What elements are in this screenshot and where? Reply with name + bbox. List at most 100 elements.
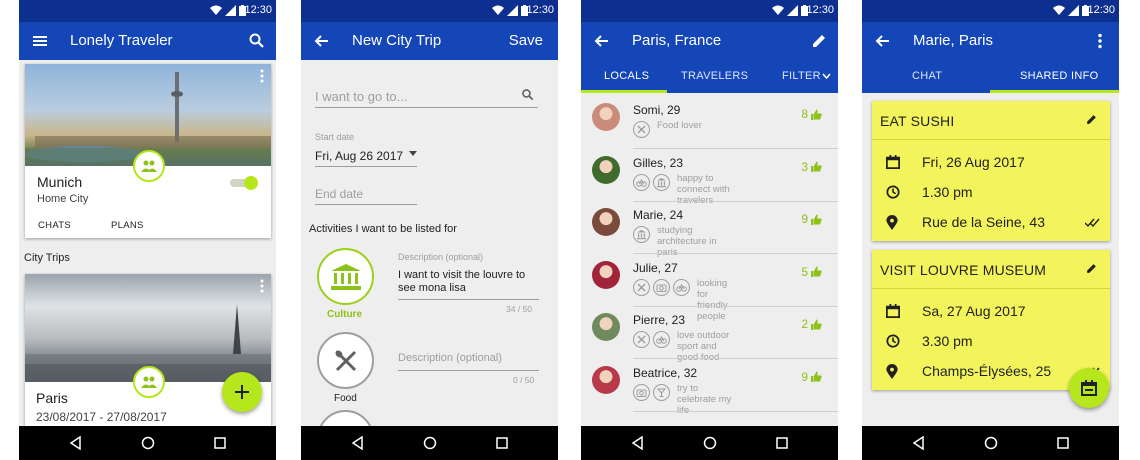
culture-description-input[interactable]: I want to visit the louvre to see mona l… bbox=[398, 269, 538, 295]
recents-nav-icon[interactable] bbox=[495, 436, 509, 450]
person-row[interactable]: Pierre, 23 love outdoor sport and good f… bbox=[581, 307, 838, 363]
menu-icon[interactable] bbox=[31, 32, 49, 50]
recents-nav-icon[interactable] bbox=[213, 436, 227, 450]
edit-icon[interactable] bbox=[810, 32, 828, 50]
like-counter[interactable]: 2 bbox=[801, 317, 822, 331]
avatar[interactable] bbox=[592, 313, 620, 341]
like-count: 8 bbox=[801, 107, 808, 121]
like-counter[interactable]: 3 bbox=[801, 160, 822, 174]
more-vert-icon[interactable] bbox=[259, 69, 265, 83]
app-bar: Paris, France bbox=[581, 22, 838, 60]
interest-icons bbox=[633, 383, 670, 401]
start-date-underline bbox=[315, 166, 417, 167]
plan-card[interactable]: EAT SUSHI Fri, 26 Aug 2017 1.30 pm Rue d… bbox=[872, 101, 1110, 241]
home-nav-icon[interactable] bbox=[703, 436, 717, 450]
search-icon[interactable] bbox=[248, 32, 266, 50]
like-counter[interactable]: 5 bbox=[801, 265, 822, 279]
tab-travelers[interactable]: TRAVELERS bbox=[681, 70, 748, 82]
avatar[interactable] bbox=[592, 365, 620, 394]
calendar-icon bbox=[1081, 380, 1097, 396]
back-arrow-icon[interactable] bbox=[874, 32, 892, 50]
drink-icon bbox=[653, 383, 670, 401]
tab-chat[interactable]: CHAT bbox=[912, 70, 942, 82]
home-city-card[interactable]: Munich Home City CHATS PLANS bbox=[25, 64, 271, 238]
chevron-down-icon[interactable] bbox=[822, 73, 831, 79]
plan-place: Champs-Élysées, 25 bbox=[922, 363, 1052, 379]
back-nav-icon[interactable] bbox=[351, 436, 365, 450]
person-row[interactable]: Marie, 24 studying architecture in paris… bbox=[581, 202, 838, 258]
edit-icon[interactable] bbox=[1085, 113, 1098, 126]
activity-culture-toggle[interactable] bbox=[317, 248, 374, 305]
tab-indicator bbox=[990, 90, 1119, 93]
more-vert-icon[interactable] bbox=[259, 279, 265, 293]
tab-chats[interactable]: CHATS bbox=[38, 220, 71, 231]
trip-city-name: Paris bbox=[36, 390, 68, 406]
like-counter[interactable]: 9 bbox=[801, 212, 822, 226]
plan-date-row: Sa, 27 Aug 2017 bbox=[886, 302, 1110, 322]
thumb-up-icon bbox=[811, 371, 822, 382]
recents-nav-icon[interactable] bbox=[775, 436, 789, 450]
recents-nav-icon[interactable] bbox=[1056, 436, 1070, 450]
like-counter[interactable]: 9 bbox=[801, 370, 822, 384]
calendar-button[interactable] bbox=[1069, 368, 1109, 408]
thumb-up-icon bbox=[811, 319, 822, 330]
home-city-toggle[interactable] bbox=[230, 176, 258, 190]
avatar[interactable] bbox=[592, 208, 620, 236]
tab-filter[interactable]: FILTER bbox=[782, 70, 821, 82]
screen-marie-shared-info: 12:30 Marie, Paris CHAT SHARED INFO EAT … bbox=[862, 0, 1119, 460]
end-date-input[interactable]: End date bbox=[315, 187, 363, 201]
person-row[interactable]: Gilles, 23 happy to connect with travele… bbox=[581, 150, 838, 206]
home-nav-icon[interactable] bbox=[141, 436, 155, 450]
plan-date: Fri, 26 Aug 2017 bbox=[922, 154, 1025, 170]
status-bar: 12:30 bbox=[862, 0, 1119, 22]
activity-food-toggle[interactable] bbox=[317, 332, 374, 389]
group-badge[interactable] bbox=[133, 366, 165, 398]
back-nav-icon[interactable] bbox=[69, 436, 83, 450]
home-nav-icon[interactable] bbox=[984, 436, 998, 450]
more-vert-icon[interactable] bbox=[1091, 32, 1109, 50]
tab-shared-info[interactable]: SHARED INFO bbox=[1020, 70, 1098, 82]
save-button[interactable]: Save bbox=[509, 32, 543, 49]
signal-icon bbox=[225, 5, 236, 16]
home-nav-icon[interactable] bbox=[423, 436, 437, 450]
location-pin-icon bbox=[886, 215, 898, 235]
person-description: Food lover bbox=[657, 120, 702, 131]
thumb-up-icon bbox=[811, 161, 822, 172]
person-row[interactable]: Somi, 29 Food lover 8 bbox=[581, 97, 838, 149]
screen-title: Marie, Paris bbox=[913, 32, 994, 49]
food-description-input[interactable]: Description (optional) bbox=[398, 352, 502, 364]
avatar[interactable] bbox=[592, 155, 620, 184]
interest-icons bbox=[633, 331, 670, 348]
edit-icon[interactable] bbox=[1085, 262, 1098, 275]
avatar[interactable] bbox=[592, 103, 620, 131]
like-counter[interactable]: 8 bbox=[801, 107, 822, 121]
person-row[interactable]: Beatrice, 32 try to celebrate my life 9 bbox=[581, 360, 838, 416]
tab-locals[interactable]: LOCALS bbox=[604, 70, 649, 82]
culture-description-label: Description (optional) bbox=[398, 252, 484, 262]
add-trip-button[interactable] bbox=[222, 372, 262, 412]
museum-icon bbox=[633, 226, 650, 243]
start-date-select[interactable]: Fri, Aug 26 2017 bbox=[315, 147, 417, 163]
tab-plans[interactable]: PLANS bbox=[111, 220, 144, 231]
back-nav-icon[interactable] bbox=[912, 436, 926, 450]
avatar[interactable] bbox=[592, 260, 620, 289]
back-arrow-icon[interactable] bbox=[313, 32, 331, 50]
clock-icon bbox=[886, 334, 900, 353]
destination-input[interactable]: I want to go to... bbox=[315, 89, 408, 104]
plus-icon bbox=[235, 385, 249, 399]
system-nav-bar bbox=[19, 426, 276, 460]
camera-icon bbox=[653, 278, 670, 296]
culture-description-underline bbox=[398, 299, 539, 300]
person-row[interactable]: Julie, 27 looking for friendly people 5 bbox=[581, 255, 838, 322]
group-badge[interactable] bbox=[133, 150, 165, 182]
status-time: 12:30 bbox=[244, 4, 272, 16]
trip-dates: 23/08/2017 - 27/08/2017 bbox=[36, 410, 167, 424]
back-nav-icon[interactable] bbox=[631, 436, 645, 450]
food-icon bbox=[334, 349, 356, 371]
back-arrow-icon[interactable] bbox=[593, 32, 611, 50]
screen-title: Paris, France bbox=[632, 32, 722, 49]
search-icon[interactable] bbox=[521, 88, 535, 102]
plan-card[interactable]: VISIT LOUVRE MUSEUM Sa, 27 Aug 2017 3.30… bbox=[872, 250, 1110, 390]
system-nav-bar bbox=[862, 426, 1119, 460]
activity-food-label: Food bbox=[334, 393, 357, 404]
